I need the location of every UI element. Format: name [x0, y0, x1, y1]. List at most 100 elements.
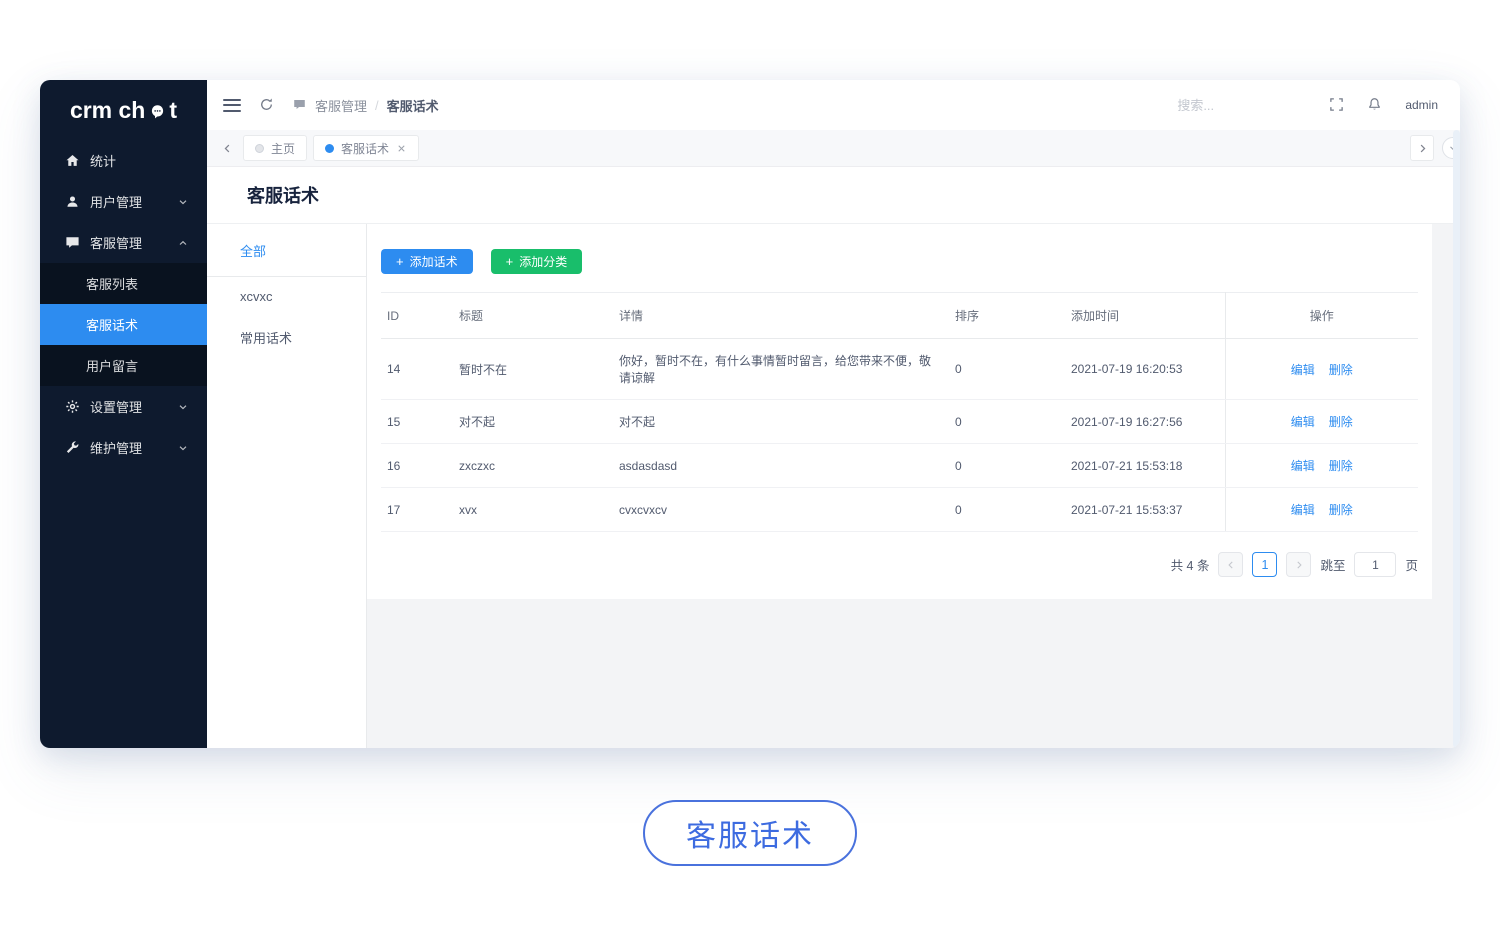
sidebar-submenu-service: 客服列表 客服话术 用户留言: [40, 263, 207, 386]
bell-icon[interactable]: [1367, 97, 1383, 113]
sidebar-item-service-mgmt[interactable]: 客服管理: [40, 222, 207, 263]
sidebar-item-label: 用户管理: [90, 195, 143, 210]
edit-link[interactable]: 编辑: [1291, 459, 1315, 473]
cell-detail: asdasdasd: [611, 443, 947, 488]
scripts-card: + 添加话术 + 添加分类 ID 标题 详情 排序 添加时间 操作 14 暂时不…: [367, 224, 1432, 599]
cell-detail: 你好，暂时不在，有什么事情暂时留言，给您带来不便，敬请谅解: [611, 338, 947, 400]
scripts-table: ID 标题 详情 排序 添加时间 操作 14 暂时不在 你好，暂时不在，有什么事…: [381, 292, 1418, 532]
table-row: 16 zxczxc asdasdasd 0 2021-07-21 15:53:1…: [381, 443, 1418, 488]
page-number-button[interactable]: 1: [1252, 552, 1278, 577]
chevron-up-icon: [177, 237, 189, 249]
category-item-xcvxc[interactable]: xcvxc: [207, 277, 366, 316]
tab-home[interactable]: 主页: [243, 135, 308, 161]
page-unit-label: 页: [1405, 559, 1418, 573]
logo-text-right: t: [169, 96, 178, 123]
sidebar-subitem-label: 客服话术: [86, 318, 139, 333]
prev-page-button[interactable]: [1218, 552, 1244, 577]
chevron-down-icon: [177, 442, 189, 454]
logo-chat-bubble-icon: [146, 100, 168, 122]
category-label: 常用话术: [240, 331, 293, 346]
edit-link[interactable]: 编辑: [1291, 415, 1315, 429]
cell-title: xvx: [451, 487, 611, 532]
breadcrumb: 客服管理 / 客服话术: [293, 96, 439, 115]
tab-dot-icon: [255, 143, 264, 153]
tabs-scroll-left-button[interactable]: [215, 135, 239, 161]
next-page-button[interactable]: [1286, 552, 1312, 577]
cell-time: 2021-07-19 16:27:56: [1063, 399, 1225, 444]
delete-link[interactable]: 删除: [1329, 363, 1353, 377]
chat-icon: [293, 98, 307, 112]
logo-text-left: crm ch: [69, 96, 146, 123]
cell-sort: 0: [947, 338, 1063, 400]
table-header-row: ID 标题 详情 排序 添加时间 操作: [381, 292, 1418, 339]
cell-sort: 0: [947, 487, 1063, 532]
jump-page-input[interactable]: [1354, 552, 1397, 577]
category-label: xcvxc: [240, 289, 273, 304]
cell-title: 暂时不在: [451, 338, 611, 400]
category-item-common[interactable]: 常用话术: [207, 316, 366, 359]
search-input[interactable]: [1177, 97, 1308, 113]
sidebar-item-label: 维护管理: [90, 441, 143, 456]
chevron-down-icon: [177, 401, 189, 413]
jump-label: 跳至: [1320, 559, 1346, 573]
user-menu[interactable]: admin: [1405, 98, 1438, 112]
tab-service-scripts[interactable]: 客服话术: [313, 135, 420, 161]
add-category-button[interactable]: + 添加分类: [490, 249, 583, 274]
main-column: 客服管理 / 客服话术 admin: [207, 80, 1460, 748]
tab-label: 主页: [271, 141, 296, 156]
sidebar-item-user-mgmt[interactable]: 用户管理: [40, 181, 207, 222]
cell-time: 2021-07-21 15:53:37: [1063, 487, 1225, 532]
col-header-time: 添加时间: [1063, 292, 1225, 339]
breadcrumb-current: 客服话术: [386, 98, 439, 114]
app-logo: crm ch t: [40, 80, 207, 140]
home-icon: [64, 153, 80, 169]
tab-close-icon[interactable]: [396, 143, 407, 154]
sidebar-subitem-service-scripts[interactable]: 客服话术: [40, 304, 207, 345]
content-area: + 添加话术 + 添加分类 ID 标题 详情 排序 添加时间 操作 14 暂时不…: [367, 224, 1460, 748]
tabs-scroll-right-button[interactable]: [1410, 135, 1434, 161]
plus-icon: +: [505, 254, 514, 269]
chevron-down-icon: [177, 196, 189, 208]
fullscreen-icon[interactable]: [1329, 97, 1345, 113]
sidebar-item-maintenance-mgmt[interactable]: 维护管理: [40, 427, 207, 468]
chat-icon: [64, 235, 80, 251]
tab-label: 客服话术: [341, 141, 390, 156]
sidebar-item-settings-mgmt[interactable]: 设置管理: [40, 386, 207, 427]
edit-link[interactable]: 编辑: [1291, 363, 1315, 377]
sidebar-subitem-label: 客服列表: [86, 277, 139, 292]
delete-link[interactable]: 删除: [1329, 459, 1353, 473]
category-label: 全部: [240, 244, 267, 259]
cell-id: 16: [381, 443, 451, 488]
sidebar-item-label: 设置管理: [90, 400, 143, 415]
page-background: crm ch t 统计 用户管理 客服管理 客服列表 客服话术 用户留言 设置管…: [0, 0, 1500, 952]
wrench-icon: [64, 440, 80, 456]
cell-sort: 0: [947, 399, 1063, 444]
col-header-title: 标题: [451, 292, 611, 339]
delete-link[interactable]: 删除: [1329, 415, 1353, 429]
scrollbar[interactable]: [1453, 130, 1460, 748]
sidebar-item-label: 统计: [90, 154, 117, 169]
add-script-button[interactable]: + 添加话术: [381, 249, 473, 274]
col-header-id: ID: [381, 292, 451, 339]
cell-title: 对不起: [451, 399, 611, 444]
page-header: 客服话术: [207, 167, 1460, 223]
top-navbar: 客服管理 / 客服话术 admin: [207, 80, 1460, 130]
pagination-total: 共 4 条: [1170, 559, 1210, 573]
sidebar-item-stats[interactable]: 统计: [40, 140, 207, 181]
cell-time: 2021-07-19 16:20:53: [1063, 338, 1225, 400]
delete-link[interactable]: 删除: [1329, 503, 1353, 517]
refresh-icon[interactable]: [259, 97, 275, 113]
sidebar-subitem-user-messages[interactable]: 用户留言: [40, 345, 207, 386]
sidebar-menu: 统计 用户管理 客服管理 客服列表 客服话术 用户留言 设置管理 维护管理: [40, 140, 207, 468]
open-tabs: 主页 客服话术: [243, 135, 1410, 161]
sidebar-subitem-service-list[interactable]: 客服列表: [40, 263, 207, 304]
edit-link[interactable]: 编辑: [1291, 503, 1315, 517]
menu-toggle-icon[interactable]: [223, 98, 241, 112]
cell-id: 17: [381, 487, 451, 532]
user-icon: [64, 194, 80, 210]
breadcrumb-parent[interactable]: 客服管理: [315, 96, 367, 115]
category-item-all[interactable]: 全部: [207, 224, 366, 277]
cell-id: 15: [381, 399, 451, 444]
tab-dot-icon: [325, 143, 335, 153]
table-row: 14 暂时不在 你好，暂时不在，有什么事情暂时留言，给您带来不便，敬请谅解 0 …: [381, 338, 1418, 400]
